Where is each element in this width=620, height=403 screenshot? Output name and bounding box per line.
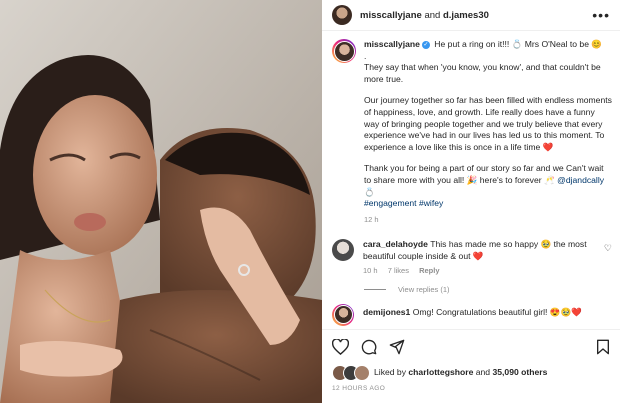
caption-line1: He put a ring on it!!! 💍 Mrs O'Neal to b… (434, 39, 603, 49)
caption-paragraph-2: Our journey together so far has been fil… (364, 95, 612, 152)
commenter-avatar[interactable] (332, 239, 354, 262)
liker-avatars (332, 365, 370, 381)
reply-button[interactable]: Reply (419, 266, 439, 275)
couple-photo-image (0, 0, 322, 403)
story-ring[interactable] (332, 303, 354, 326)
comment-likes[interactable]: 7 likes (388, 266, 409, 275)
divider-line (364, 288, 386, 290)
comment-like-icon[interactable]: ♡ (604, 239, 612, 274)
post-actions: Liked by charlottegshore and 35,090 othe… (322, 329, 620, 403)
caption-paragraph-1: They say that when 'you know, you know',… (364, 62, 601, 84)
caption-time: 12 h (364, 214, 379, 224)
comment-icon[interactable] (361, 339, 377, 355)
comments-scroll[interactable]: misscallyjane ✓ He put a ring on it!!! 💍 … (322, 31, 620, 329)
bookmark-icon[interactable] (596, 339, 610, 355)
comment-row: demijones1 Omg! Congratulations beautifu… (332, 303, 612, 326)
post-header: misscallyjane and d.james30 ••• (322, 0, 620, 31)
action-icons (332, 338, 610, 356)
comment-body: cara_delahoyde This has made me so happy… (363, 239, 604, 262)
post-photo[interactable] (0, 0, 322, 403)
comment-time: 10 h (363, 265, 378, 275)
post-side-panel: misscallyjane and d.james30 ••• misscall… (322, 0, 620, 403)
liked-by-user[interactable]: charlottegshore (408, 367, 473, 377)
author-link[interactable]: misscallyjane (360, 10, 422, 21)
liked-by-prefix: Liked by (374, 367, 407, 377)
caption-avatar (333, 40, 355, 62)
coauthor-link[interactable]: d.james30 (443, 10, 489, 21)
view-replies-label: View replies (1) (398, 284, 450, 294)
comment-username[interactable]: demijones1 (363, 307, 410, 317)
caption-row: misscallyjane ✓ He put a ring on it!!! 💍 … (332, 39, 612, 225)
comment-text: Omg! Congratulations beautiful girl! 😍🥹❤… (412, 306, 582, 317)
comment-username[interactable]: cara_delahoyde (363, 239, 428, 249)
mention-link[interactable]: @djandcally (557, 175, 604, 185)
comment-meta: 10 h 7 likes Reply (363, 266, 604, 275)
comment-body: demijones1 Omg! Congratulations beautifu… (363, 304, 582, 326)
hashtags[interactable]: #engagement #wifey (364, 198, 443, 208)
likes-summary: Liked by charlottegshore and 35,090 othe… (332, 365, 610, 381)
post-authors: misscallyjane and d.james30 (360, 10, 489, 21)
caption-username[interactable]: misscallyjane (364, 39, 420, 49)
more-icon[interactable]: ••• (592, 7, 610, 23)
liked-by-count[interactable]: 35,090 others (492, 367, 547, 377)
caption-dot: . (364, 50, 367, 61)
liked-by-and: and (475, 367, 491, 377)
liker-avatar (354, 365, 370, 381)
avatar[interactable] (332, 5, 352, 25)
comment-row: cara_delahoyde This has made me so happy… (332, 239, 612, 275)
caption-paragraph-3-tail: 💍 (364, 186, 375, 197)
heart-icon[interactable] (332, 339, 349, 355)
post-timestamp: 12 HOURS AGO (332, 385, 386, 392)
verified-icon: ✓ (421, 41, 430, 49)
authors-joiner: and (424, 9, 441, 21)
commenter-avatar (333, 305, 353, 324)
caption: misscallyjane ✓ He put a ring on it!!! 💍 … (364, 39, 612, 225)
share-icon[interactable] (389, 339, 405, 355)
view-replies[interactable]: View replies (1) (364, 285, 612, 294)
story-ring[interactable] (332, 39, 356, 63)
